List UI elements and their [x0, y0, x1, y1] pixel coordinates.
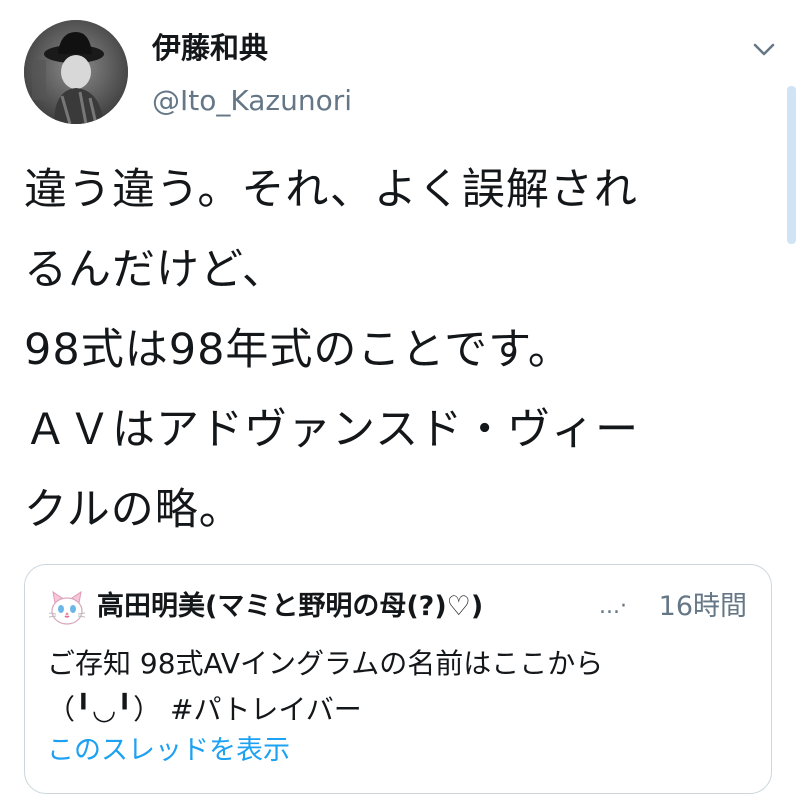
- show-thread-link[interactable]: このスレッドを表示: [47, 731, 290, 771]
- author-avatar[interactable]: [24, 20, 128, 124]
- quoted-timestamp[interactable]: 16時間: [659, 587, 747, 627]
- cat-avatar-icon: [47, 589, 87, 629]
- author-display-name[interactable]: 伊藤和典: [152, 28, 268, 68]
- chevron-down-icon[interactable]: [750, 40, 778, 60]
- quoted-ellipsis: ...·: [599, 594, 627, 619]
- quoted-display-name[interactable]: 高田明美(マミと野明の母(?)♡): [97, 587, 607, 627]
- tweet: 伊藤和典 @Ito_Kazunori 違う違う。それ、よく誤解され るんだけど、…: [0, 0, 796, 802]
- author-handle[interactable]: @Ito_Kazunori: [152, 82, 352, 120]
- scrollbar[interactable]: [787, 86, 796, 244]
- quoted-tweet-card[interactable]: 高田明美(マミと野明の母(?)♡) ...· 16時間 ご存知 98式AVイング…: [24, 564, 772, 794]
- avatar-photo: [24, 20, 128, 124]
- tweet-text: 違う違う。それ、よく誤解され るんだけど、 98式は98年式のことです。 ＡＶは…: [24, 165, 640, 535]
- quoted-text: ご存知 98式AVイングラムの名前はここから （╹◡╹） #パトレイバー: [47, 647, 604, 726]
